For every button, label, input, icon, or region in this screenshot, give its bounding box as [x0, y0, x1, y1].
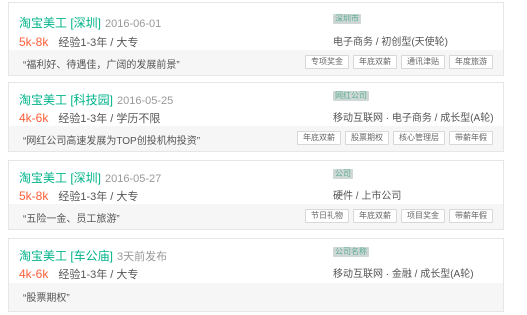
job-title-link[interactable]: 淘宝美工 [科技园] [19, 93, 113, 107]
job-advantage: “股票期权” [23, 293, 70, 304]
job-title-line: 淘宝美工 [车公庙] 3天前发布 [19, 247, 167, 265]
job-tags: 节日礼物 年底双薪 项目奖金 带薪年假 [305, 209, 493, 223]
job-card-footer: “福利好、待遇佳，广阔的发展前景” 专项奖金 年底双薪 通讯津贴 年度旅游 [9, 50, 503, 75]
job-advantage: “福利好、待遇佳，广阔的发展前景” [23, 60, 180, 71]
job-date: 2016-05-27 [105, 173, 162, 185]
company-industry: 电子商务 / 初创型(天使轮) [333, 37, 448, 48]
job-card-footer: “网红公司高速发展为TOP创投机构投资” 年底双薪 股票期权 核心管理层 带薪年… [9, 126, 503, 151]
job-title-link[interactable]: 淘宝美工 [车公庙] [19, 249, 113, 263]
job-salary: 4k-6k [19, 111, 49, 125]
job-tag: 带薪年假 [449, 131, 493, 145]
job-advantage: “网红公司高速发展为TOP创投机构投资” [23, 136, 201, 147]
job-salary-line: 5k-8k 经验1-3年 / 大专 [19, 33, 138, 51]
job-tag: 年度旅游 [449, 55, 493, 69]
job-tag: 股票期权 [345, 131, 389, 145]
job-requirements: 经验1-3年 / 大专 [58, 191, 139, 203]
job-card-footer: “五险一金、员工旅游” 节日礼物 年底双薪 项目奖金 带薪年假 [9, 204, 503, 229]
job-card-footer: “股票期权” [9, 283, 503, 311]
job-requirements: 经验1-3年 / 大专 [58, 37, 139, 49]
company-name-link[interactable]: 深圳市 [333, 14, 361, 24]
job-tag: 通讯津贴 [401, 55, 445, 69]
company-name-link[interactable]: 公司名称 [333, 247, 369, 257]
job-title-line: 淘宝美工 [深圳] 2016-06-01 [19, 14, 161, 32]
job-card[interactable]: 淘宝美工 [科技园] 2016-05-25 4k-6k 经验1-3年 / 学历不限 … [8, 82, 504, 152]
job-requirements: 经验1-3年 / 大专 [58, 269, 139, 281]
job-tag: 节日礼物 [305, 209, 349, 223]
company-name-link[interactable]: 公司 [333, 169, 353, 179]
job-title-link[interactable]: 淘宝美工 [深圳] [19, 171, 101, 185]
job-title-link[interactable]: 淘宝美工 [深圳] [19, 16, 101, 30]
company-industry: 移动互联网 · 金融 / 成长型(A轮) [333, 269, 474, 280]
job-card[interactable]: 淘宝美工 [车公庙] 3天前发布 4k-6k 经验1-3年 / 大专 公司名称 移动… [8, 238, 504, 312]
job-title-line: 淘宝美工 [深圳] 2016-05-27 [19, 169, 161, 187]
job-card[interactable]: 淘宝美工 [深圳] 2016-06-01 5k-8k 经验1-3年 / 大专 深圳市… [8, 2, 504, 76]
job-salary-line: 5k-8k 经验1-3年 / 大专 [19, 187, 138, 205]
job-salary-line: 4k-6k 经验1-3年 / 学历不限 [19, 109, 160, 127]
job-tags: 年底双薪 股票期权 核心管理层 带薪年假 [297, 131, 493, 145]
job-date: 2016-05-25 [117, 95, 174, 107]
job-date: 3天前发布 [117, 251, 168, 263]
job-card-header: 淘宝美工 [车公庙] 3天前发布 4k-6k 经验1-3年 / 大专 公司名称 移动… [9, 239, 503, 289]
job-tag: 年底双薪 [353, 55, 397, 69]
job-advantage: “五险一金、员工旅游” [23, 214, 120, 225]
job-tag: 年底双薪 [297, 131, 341, 145]
job-tags: 专项奖金 年底双薪 通讯津贴 年度旅游 [305, 55, 493, 69]
job-tag: 年底双薪 [353, 209, 397, 223]
job-tag: 核心管理层 [393, 131, 445, 145]
company-industry: 硬件 / 上市公司 [333, 191, 402, 202]
job-title-line: 淘宝美工 [科技园] 2016-05-25 [19, 91, 173, 109]
job-tag: 带薪年假 [449, 209, 493, 223]
job-salary: 5k-8k [19, 35, 49, 49]
job-requirements: 经验1-3年 / 学历不限 [58, 113, 161, 125]
company-name-link[interactable]: 网红公司 [333, 91, 369, 101]
job-tag: 项目奖金 [401, 209, 445, 223]
job-card[interactable]: 淘宝美工 [深圳] 2016-05-27 5k-8k 经验1-3年 / 大专 公司 … [8, 160, 504, 230]
job-salary: 5k-8k [19, 189, 49, 203]
job-date: 2016-06-01 [105, 18, 162, 30]
job-salary: 4k-6k [19, 267, 49, 281]
job-salary-line: 4k-6k 经验1-3年 / 大专 [19, 265, 138, 283]
job-tag: 专项奖金 [305, 55, 349, 69]
company-industry: 移动互联网 · 电子商务 / 成长型(A轮) [333, 113, 494, 124]
job-card-header: 淘宝美工 [深圳] 2016-06-01 5k-8k 经验1-3年 / 大专 深圳市… [9, 3, 503, 53]
